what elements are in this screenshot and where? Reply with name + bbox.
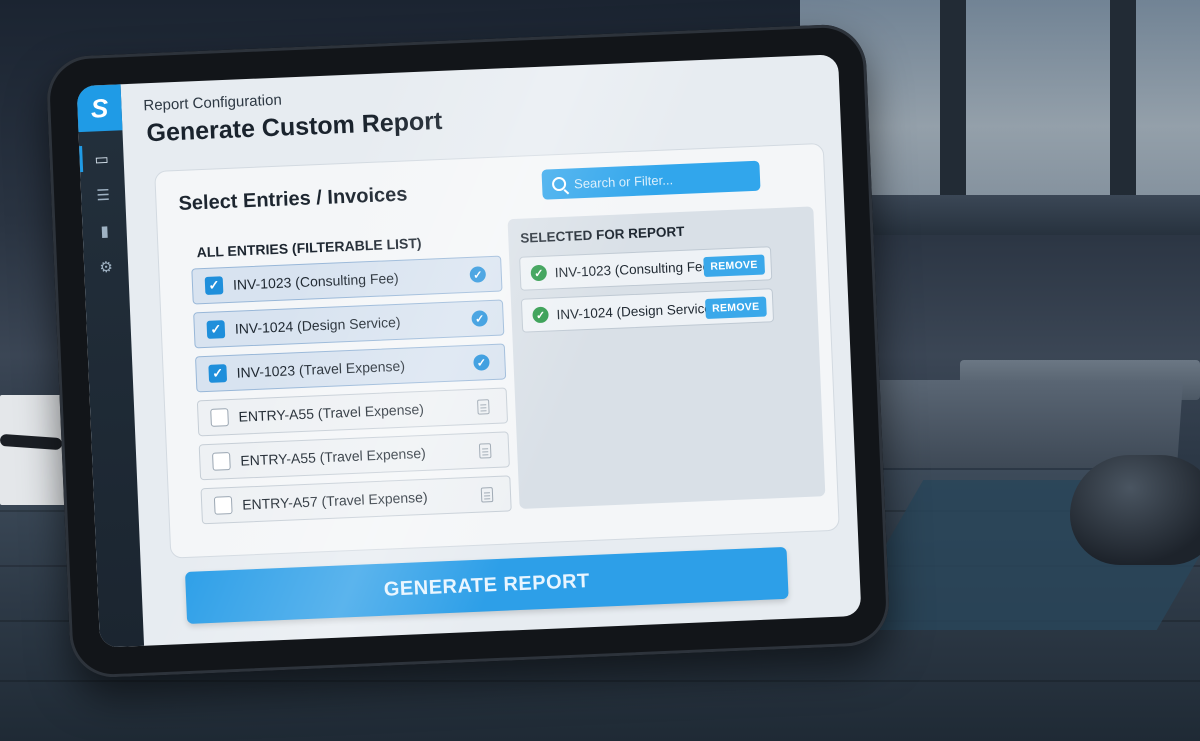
selected-heading: SELECTED FOR REPORT — [520, 223, 685, 246]
entry-row[interactable]: ✓ INV-1024 (Design Service) ✓ — [193, 299, 505, 349]
tablet-device: S ▭ ☰ ▮ ⚙ Report Configuration Generate … — [45, 23, 891, 679]
remove-button[interactable]: REMOVE — [704, 296, 767, 320]
selected-item-label: INV-1023 (Consulting Fee) — [554, 258, 715, 280]
generate-report-button[interactable]: GENERATE REPORT — [185, 546, 789, 624]
active-indicator — [79, 145, 84, 173]
checkbox-checked[interactable]: ✓ — [208, 364, 228, 383]
check-circle-icon: ✓ — [469, 266, 487, 283]
search-icon — [551, 176, 567, 192]
main-content: Report Configuration Generate Custom Rep… — [121, 54, 862, 646]
list-icon[interactable]: ☰ — [91, 183, 116, 208]
entry-row[interactable]: ENTRY-A55 (Travel Expense) — [196, 387, 509, 437]
entry-label: INV-1023 (Travel Expense) — [236, 357, 406, 381]
selected-for-report-box: SELECTED FOR REPORT ✓ INV-1023 (Consulti… — [507, 206, 826, 509]
document-icon — [480, 486, 494, 503]
checkbox-unchecked[interactable] — [212, 452, 231, 471]
tablet-screen: S ▭ ☰ ▮ ⚙ Report Configuration Generate … — [76, 54, 862, 648]
computer-mouse — [1070, 455, 1200, 565]
entry-label: INV-1023 (Consulting Fee) — [232, 269, 399, 293]
checkbox-checked[interactable]: ✓ — [206, 320, 226, 339]
check-circle-icon: ✓ — [473, 354, 490, 371]
checkbox-checked[interactable]: ✓ — [204, 276, 224, 295]
document-icon — [477, 398, 490, 415]
entry-row[interactable]: ENTRY-A55 (Travel Expense) — [198, 431, 510, 481]
page-title: Generate Custom Report — [146, 106, 443, 148]
entry-label: ENTRY-A55 (Travel Expense) — [240, 444, 427, 469]
remove-button[interactable]: REMOVE — [702, 254, 766, 278]
green-check-icon: ✓ — [532, 306, 549, 324]
selected-item-label: INV-1024 (Design Service) — [556, 300, 717, 322]
check-circle-icon: ✓ — [471, 310, 488, 327]
entry-row[interactable]: ✓ INV-1023 (Consulting Fee) ✓ — [191, 255, 503, 305]
document-icon — [478, 442, 492, 459]
selected-item: ✓ INV-1024 (Design Service) REMOVE — [520, 288, 775, 333]
search-input[interactable] — [573, 168, 745, 191]
green-check-icon: ✓ — [530, 264, 548, 282]
selected-item: ✓ INV-1023 (Consulting Fee) REMOVE — [519, 246, 773, 291]
entry-label: ENTRY-A57 (Travel Expense) — [241, 488, 428, 513]
entry-row[interactable]: ENTRY-A57 (Travel Expense) — [200, 475, 512, 525]
entry-row[interactable]: ✓ INV-1023 (Travel Expense) ✓ — [194, 343, 507, 393]
gear-icon[interactable]: ⚙ — [94, 255, 119, 280]
selection-panel: Select Entries / Invoices ALL ENTRIES (F… — [154, 142, 840, 559]
chart-icon[interactable]: ▮ — [92, 219, 117, 244]
entry-label: ENTRY-A55 (Travel Expense) — [238, 400, 425, 425]
all-entries-heading: ALL ENTRIES (FILTERABLE LIST) — [196, 234, 422, 261]
entry-label: INV-1024 (Design Service) — [234, 313, 401, 337]
search-field[interactable] — [541, 160, 761, 200]
dashboard-icon[interactable]: ▭ — [89, 147, 114, 172]
breadcrumb: Report Configuration — [143, 91, 283, 115]
app-logo[interactable]: S — [76, 84, 123, 133]
background-shelf — [820, 195, 1200, 235]
checkbox-unchecked[interactable] — [210, 408, 229, 427]
checkbox-unchecked[interactable] — [213, 496, 233, 515]
panel-title: Select Entries / Invoices — [178, 183, 408, 215]
